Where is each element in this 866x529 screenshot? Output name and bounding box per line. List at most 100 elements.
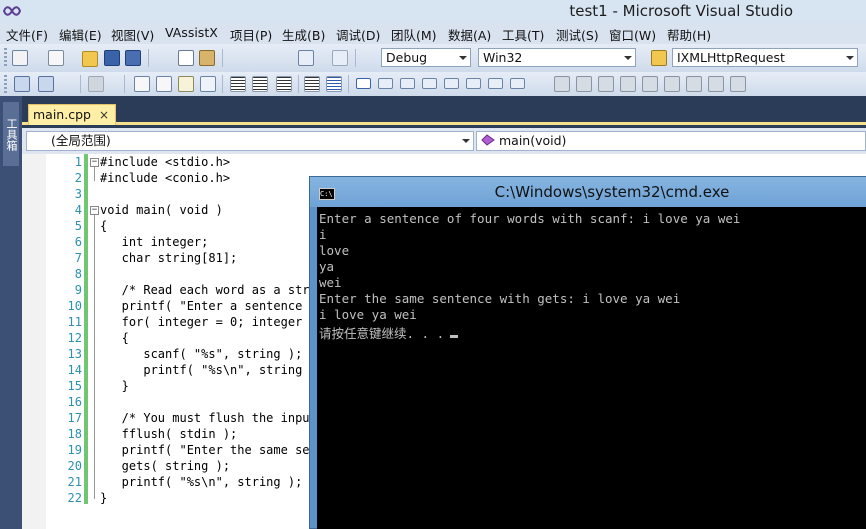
code-line[interactable]: void main( void )	[100, 203, 223, 217]
clear-bookmarks-icon[interactable]	[510, 78, 525, 89]
menu-data[interactable]: 数据(A)	[448, 25, 491, 44]
new-project-icon[interactable]	[12, 50, 28, 66]
previous-bookmark-in-document-icon[interactable]	[466, 78, 481, 89]
save-icon[interactable]	[104, 50, 120, 66]
console-output-area[interactable]	[317, 207, 866, 529]
open-file-icon[interactable]	[82, 51, 98, 67]
quick-info-icon[interactable]	[178, 76, 194, 92]
va-header-icon[interactable]	[620, 76, 636, 92]
code-line[interactable]: printf( "%s\n", string )	[100, 363, 316, 377]
comment-out-icon[interactable]	[304, 76, 320, 92]
attach-icon[interactable]	[88, 76, 104, 92]
collapse-icon[interactable]: −	[90, 206, 99, 215]
next-bookmark-icon[interactable]	[400, 78, 415, 89]
menu-project[interactable]: 项目(P)	[230, 25, 272, 44]
code-line[interactable]: printf( "Enter a sentence o	[100, 299, 317, 313]
menu-debug[interactable]: 调试(D)	[336, 25, 380, 44]
code-line[interactable]: fflush( stdin );	[100, 427, 238, 441]
menu-vassistx[interactable]: VAssistX	[165, 25, 218, 40]
calculator-icon[interactable]	[14, 76, 30, 92]
va-spell-check-icon[interactable]	[664, 76, 680, 92]
code-line[interactable]: scanf( "%s", string );	[100, 347, 302, 361]
va-go-to-icon[interactable]	[708, 76, 724, 92]
paste-icon[interactable]	[199, 50, 215, 66]
menu-help[interactable]: 帮助(H)	[667, 25, 711, 44]
va-open-file-icon[interactable]	[598, 76, 614, 92]
menu-team[interactable]: 团队(M)	[391, 25, 437, 44]
code-line[interactable]: int integer;	[100, 235, 209, 249]
scope-dropdown[interactable]: (全局范围)	[26, 131, 474, 151]
outline-guide	[94, 215, 95, 499]
toolbar-grip[interactable]	[4, 75, 7, 93]
find-combo[interactable]: IXMLHttpRequest	[672, 48, 858, 67]
find-in-files-icon[interactable]	[651, 50, 667, 66]
code-line[interactable]: /* Read each word as a stri	[100, 283, 317, 297]
toolbar-grip[interactable]	[4, 48, 7, 66]
code-line[interactable]: char string[81];	[100, 251, 238, 265]
grid-icon[interactable]	[38, 76, 54, 92]
va-find-references-icon[interactable]	[554, 76, 570, 92]
method-icon	[481, 134, 495, 146]
line-number-gutter: 1 2 3 4 5 6 7 8 9 10 11 12 13 14 15 16 17 18 19 20 21 22	[46, 154, 82, 529]
chevron-down-icon	[846, 56, 854, 60]
add-item-icon[interactable]	[48, 50, 64, 66]
chevron-down-icon	[462, 139, 470, 143]
va-refactor-icon[interactable]	[642, 76, 658, 92]
parameter-info-icon[interactable]	[156, 76, 172, 92]
menu-test[interactable]: 测试(S)	[556, 25, 599, 44]
bookmark-icon[interactable]	[356, 78, 371, 89]
code-line[interactable]: for( integer = 0; integer <	[100, 315, 317, 329]
decrease-indent-icon[interactable]	[230, 76, 246, 92]
indicator-margin[interactable]	[22, 154, 46, 529]
code-line[interactable]: printf( "Enter the same sen	[100, 443, 317, 457]
line-number: 3	[74, 187, 82, 201]
code-line[interactable]: {	[100, 331, 129, 345]
code-line[interactable]: printf( "%s\n", string );	[100, 475, 303, 489]
line-number: 11	[67, 315, 82, 329]
next-bookmark-in-folder-icon[interactable]	[444, 78, 459, 89]
list-members-icon[interactable]	[134, 76, 150, 92]
menu-file[interactable]: 文件(F)	[6, 25, 48, 44]
previous-bookmark-in-folder-icon[interactable]	[422, 78, 437, 89]
code-line[interactable]: #include <conio.h>	[100, 171, 230, 185]
line-number: 2	[74, 171, 82, 185]
tab-main-cpp[interactable]: main.cpp ×	[28, 104, 116, 125]
close-icon[interactable]: ×	[99, 105, 109, 125]
next-bookmark-in-document-icon[interactable]	[488, 78, 503, 89]
console-line: i love ya wei	[319, 307, 417, 322]
va-options-icon[interactable]	[730, 76, 746, 92]
complete-word-icon[interactable]	[200, 76, 216, 92]
menu-build[interactable]: 生成(B)	[282, 25, 325, 44]
code-line[interactable]: }	[100, 379, 129, 393]
standard-toolbar: Debug Win32 IXMLHttpRequest	[0, 44, 866, 109]
navigate-forward-icon[interactable]	[332, 50, 348, 66]
code-line[interactable]: {	[100, 219, 107, 233]
increase-indent-icon[interactable]	[252, 76, 268, 92]
chevron-down-icon	[624, 56, 632, 60]
va-symbols-icon[interactable]	[576, 76, 592, 92]
line-number: 21	[67, 475, 82, 489]
align-left-icon[interactable]	[276, 76, 292, 92]
collapse-icon[interactable]: −	[90, 158, 99, 167]
previous-bookmark-icon[interactable]	[378, 78, 393, 89]
function-dropdown[interactable]: main(void)	[476, 131, 866, 151]
save-all-icon[interactable]	[125, 50, 141, 66]
navigate-backward-icon[interactable]	[298, 50, 314, 66]
solution-configuration-dropdown[interactable]: Debug	[381, 48, 471, 67]
copy-icon[interactable]	[178, 50, 194, 66]
uncomment-icon[interactable]	[326, 76, 342, 92]
code-line[interactable]: #include <stdio.h>	[100, 155, 230, 169]
solution-platform-dropdown[interactable]: Win32	[478, 48, 636, 67]
menu-edit[interactable]: 编辑(E)	[59, 25, 102, 44]
menu-tools[interactable]: 工具(T)	[502, 25, 544, 44]
menu-view[interactable]: 视图(V)	[111, 25, 154, 44]
console-line: i	[319, 227, 327, 242]
code-line[interactable]: gets( string );	[100, 459, 230, 473]
line-number: 15	[67, 379, 82, 393]
menu-window[interactable]: 窗口(W)	[609, 25, 656, 44]
line-number: 6	[74, 235, 82, 249]
code-line[interactable]: /* You must flush the input	[100, 411, 317, 425]
va-list-methods-icon[interactable]	[686, 76, 702, 92]
toolbox-tab[interactable]: 工具箱	[3, 102, 19, 166]
code-line[interactable]: }	[100, 491, 107, 505]
